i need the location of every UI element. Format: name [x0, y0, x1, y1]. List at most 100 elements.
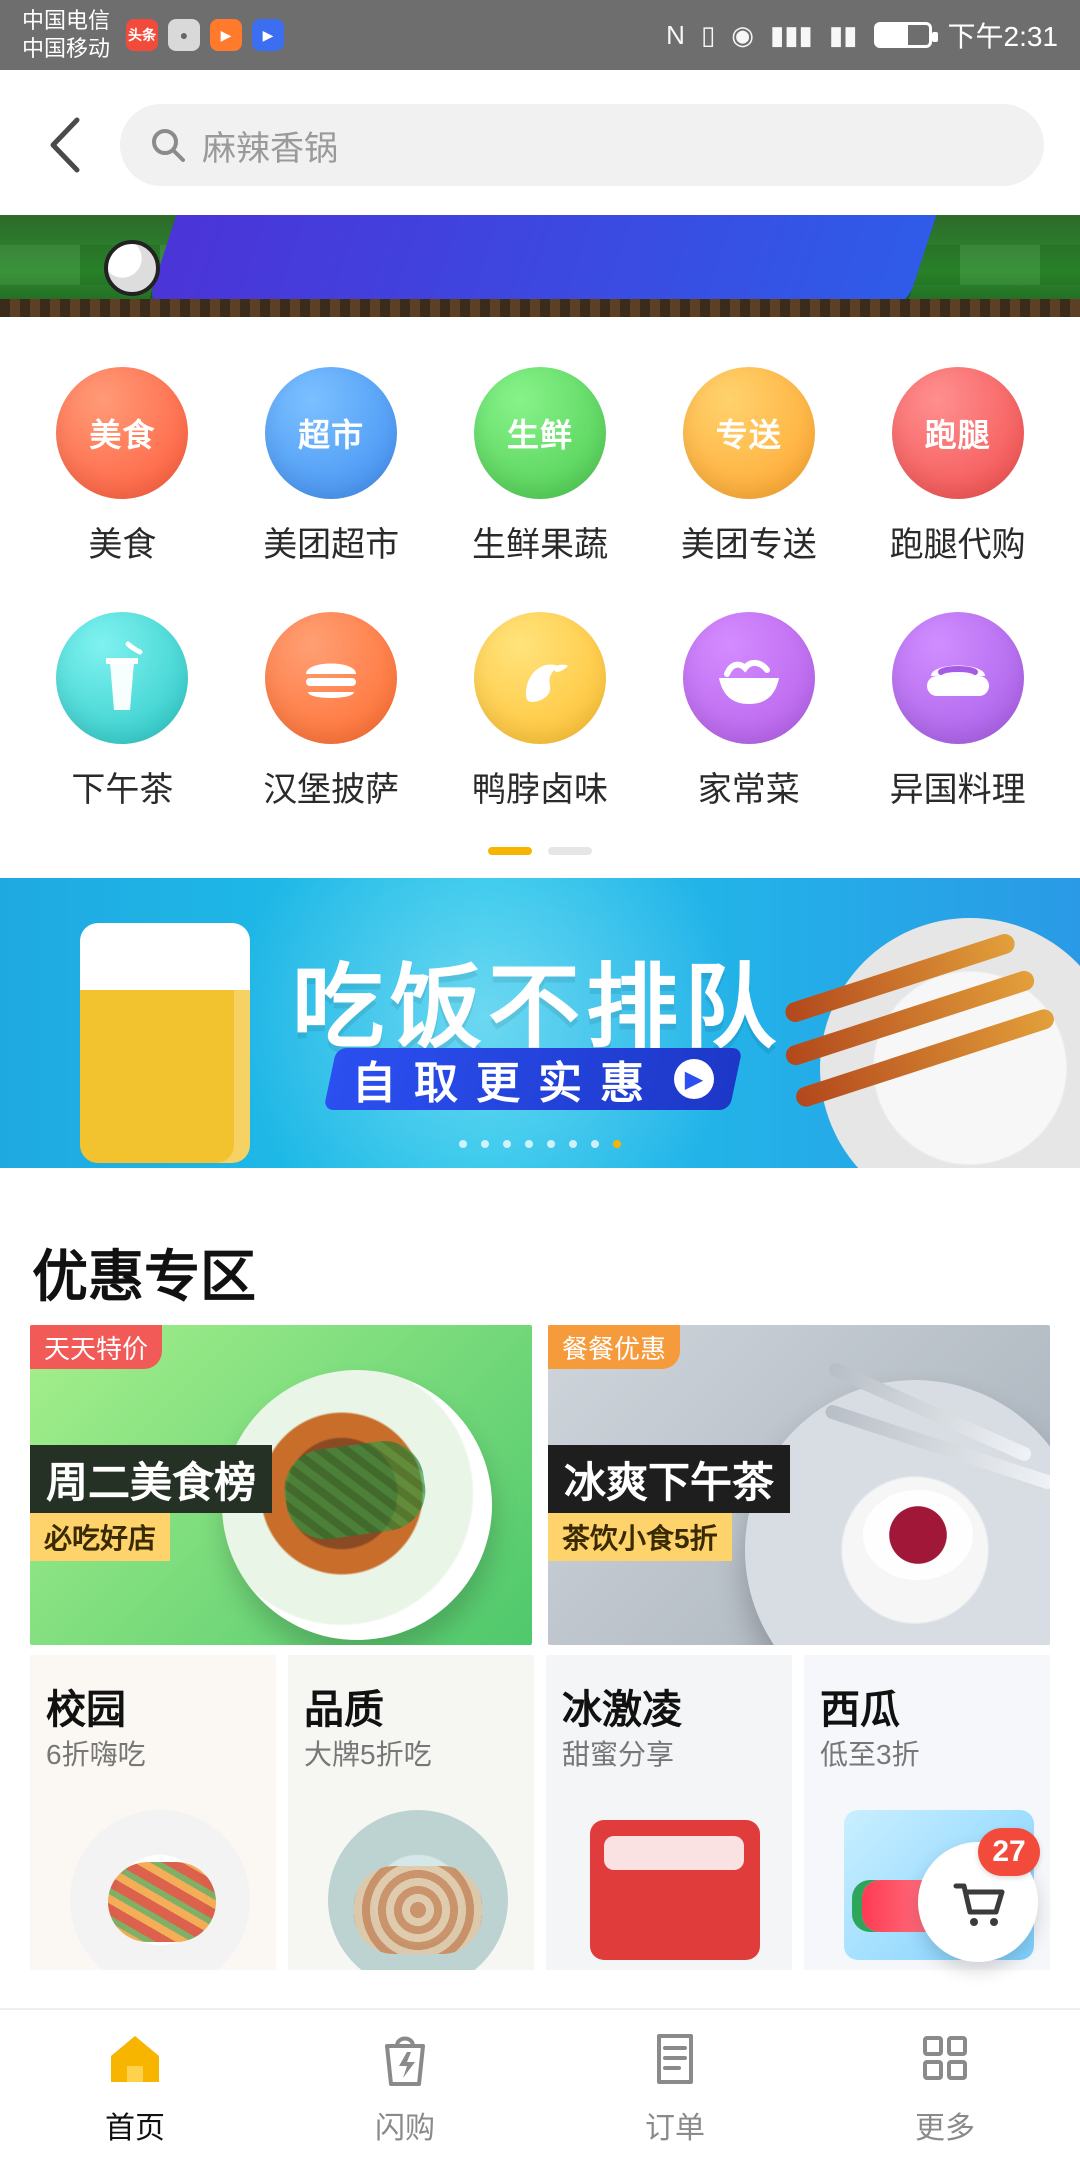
nfc-icon: N	[666, 19, 685, 50]
mini-card-subtitle: 大牌5折吃	[304, 1739, 432, 1770]
home-icon	[100, 2023, 170, 2093]
status-right: N ▯ ◉ ▮▮▮ ▮▮ 下午2:31	[666, 15, 1058, 55]
nav-more-label: 更多	[915, 2112, 975, 2145]
banner-pager-dot	[481, 1140, 489, 1148]
banner-pager-dot	[459, 1140, 467, 1148]
bowl-glyph-icon	[718, 660, 779, 704]
cart-icon	[953, 1883, 1005, 1926]
food-icon: 美食	[56, 367, 189, 499]
signal-2g-icon: ▮▮	[828, 19, 858, 50]
campus-food-image	[70, 1810, 250, 1970]
nav-orders[interactable]: 订单	[540, 2010, 810, 2160]
feature-card[interactable]: 餐餐优惠 冰爽下午茶 茶饮小食5折	[548, 1325, 1050, 1645]
status-apps: 头条 ● ▶ ▶	[126, 19, 285, 51]
carrier-1: 中国电信	[22, 8, 111, 33]
dessert-plate-image	[745, 1380, 1050, 1645]
errand-icon: 跑腿	[891, 367, 1024, 499]
category-label: 美团专送	[680, 526, 817, 564]
ice-cream-image	[590, 1820, 760, 1960]
nav-more[interactable]: 更多	[810, 2010, 1080, 2160]
category-label: 生鲜果蔬	[471, 526, 608, 564]
category-item[interactable]: 家常菜	[644, 612, 853, 811]
search-icon	[152, 129, 185, 162]
status-bar: 中国电信 中国移动 头条 ● ▶ ▶ N ▯ ◉ ▮▮▮ ▮▮ 下午2:31	[0, 0, 1080, 70]
burger-glyph-icon	[306, 663, 357, 698]
play-arrow-icon: ▶	[674, 1059, 714, 1099]
nav-orders-label: 订单	[645, 2112, 705, 2145]
foreign-cuisine-icon	[891, 612, 1024, 744]
category-pager	[0, 847, 1080, 855]
more-icon	[910, 2023, 980, 2093]
promo-banner-shape	[145, 215, 945, 310]
category-label: 异国料理	[889, 771, 1026, 809]
nav-flash-buy[interactable]: 闪购	[270, 2010, 540, 2160]
banner-pager-dot	[525, 1140, 533, 1148]
category-item[interactable]: 生鲜 生鲜果蔬	[436, 367, 645, 566]
banner-pager	[0, 1140, 1080, 1148]
banner-cta[interactable]: 自取更实惠 ▶	[323, 1048, 743, 1110]
mini-card-title: 冰激凌	[562, 1688, 682, 1732]
promo-banner[interactable]: 吃饭不排队 自取更实惠 ▶	[0, 878, 1080, 1168]
vibrate-icon: ▯	[700, 19, 716, 50]
mini-card[interactable]: 校园 6折嗨吃	[30, 1655, 276, 1970]
category-label: 家常菜	[697, 771, 800, 809]
homecooking-icon	[682, 612, 815, 744]
mini-card-title: 品质	[304, 1688, 384, 1732]
video-app-icon: ▶	[210, 19, 243, 51]
cup-glyph-icon	[106, 641, 143, 710]
category-label: 鸭脖卤味	[471, 771, 608, 809]
search-placeholder: 麻辣香锅	[202, 129, 338, 168]
mini-card-title: 西瓜	[820, 1688, 900, 1732]
eye-comfort-icon: ◉	[731, 19, 754, 50]
banner-pager-dot	[503, 1140, 511, 1148]
back-chevron-icon	[50, 117, 80, 173]
category-item[interactable]: 鸭脖卤味	[436, 612, 645, 811]
category-grid: 美食 美食 超市 美团超市 生鲜 生鲜果蔬 专送 美团专送 跑腿 跑腿代购 下午…	[0, 367, 1080, 811]
cart-button[interactable]: 27	[918, 1828, 1040, 1962]
supermarket-icon: 超市	[265, 367, 398, 499]
category-label: 跑腿代购	[889, 526, 1026, 564]
chat-app-icon: ●	[168, 19, 201, 51]
category-section: 美食 美食 超市 美团超市 生鲜 生鲜果蔬 专送 美团专送 跑腿 跑腿代购 下午…	[0, 317, 1080, 877]
duck-glyph-icon	[525, 664, 568, 702]
category-item[interactable]: 汉堡披萨	[227, 612, 436, 811]
cart-count-badge: 27	[978, 1828, 1040, 1876]
card-subtitle: 必吃好店	[30, 1513, 171, 1561]
category-item[interactable]: 美食 美食	[18, 367, 227, 566]
nav-flash-buy-label: 闪购	[375, 2112, 435, 2145]
feature-card[interactable]: 天天特价 周二美食榜 必吃好店	[30, 1325, 532, 1645]
back-button[interactable]	[36, 117, 92, 173]
toutiao-app-icon: 头条	[126, 19, 159, 51]
card-subtitle: 茶饮小食5折	[548, 1513, 732, 1561]
category-item[interactable]: 异国料理	[853, 612, 1062, 811]
carrier-info: 中国电信 中国移动	[22, 7, 110, 63]
burger-icon	[265, 612, 398, 744]
duck-icon	[473, 612, 606, 744]
mini-card[interactable]: 品质 大牌5折吃	[288, 1655, 534, 1970]
pager-dot-active	[488, 847, 532, 855]
category-item[interactable]: 跑腿 跑腿代购	[853, 367, 1062, 566]
mini-card[interactable]: 冰激凌 甜蜜分享	[546, 1655, 792, 1970]
promo-strip[interactable]	[0, 215, 1080, 317]
signal-4g-icon: ▮▮▮	[769, 19, 813, 50]
carrier-2: 中国移动	[22, 36, 111, 61]
category-label: 美食	[88, 526, 157, 564]
card-tag: 天天特价	[30, 1325, 163, 1369]
orders-icon	[640, 2023, 710, 2093]
bottom-navigation: 首页 闪购 订单 更多	[0, 2008, 1080, 2160]
battery-fill	[876, 25, 908, 45]
banner-cta-text: 自取更实惠	[352, 1059, 662, 1108]
nav-home-label: 首页	[105, 2112, 165, 2145]
search-bar[interactable]: 麻辣香锅	[120, 104, 1044, 186]
status-left: 中国电信 中国移动 头条 ● ▶ ▶	[22, 7, 285, 63]
banner-pager-dot-active	[613, 1140, 621, 1148]
category-item[interactable]: 下午茶	[18, 612, 227, 811]
card-tag: 餐餐优惠	[548, 1325, 681, 1369]
category-label: 下午茶	[71, 771, 174, 809]
clock: 下午2:31	[947, 21, 1059, 52]
category-item[interactable]: 专送 美团专送	[644, 367, 853, 566]
category-item[interactable]: 超市 美团超市	[227, 367, 436, 566]
nav-home[interactable]: 首页	[0, 2010, 270, 2160]
quality-food-image	[328, 1810, 508, 1970]
sushi-glyph-icon	[926, 665, 989, 696]
